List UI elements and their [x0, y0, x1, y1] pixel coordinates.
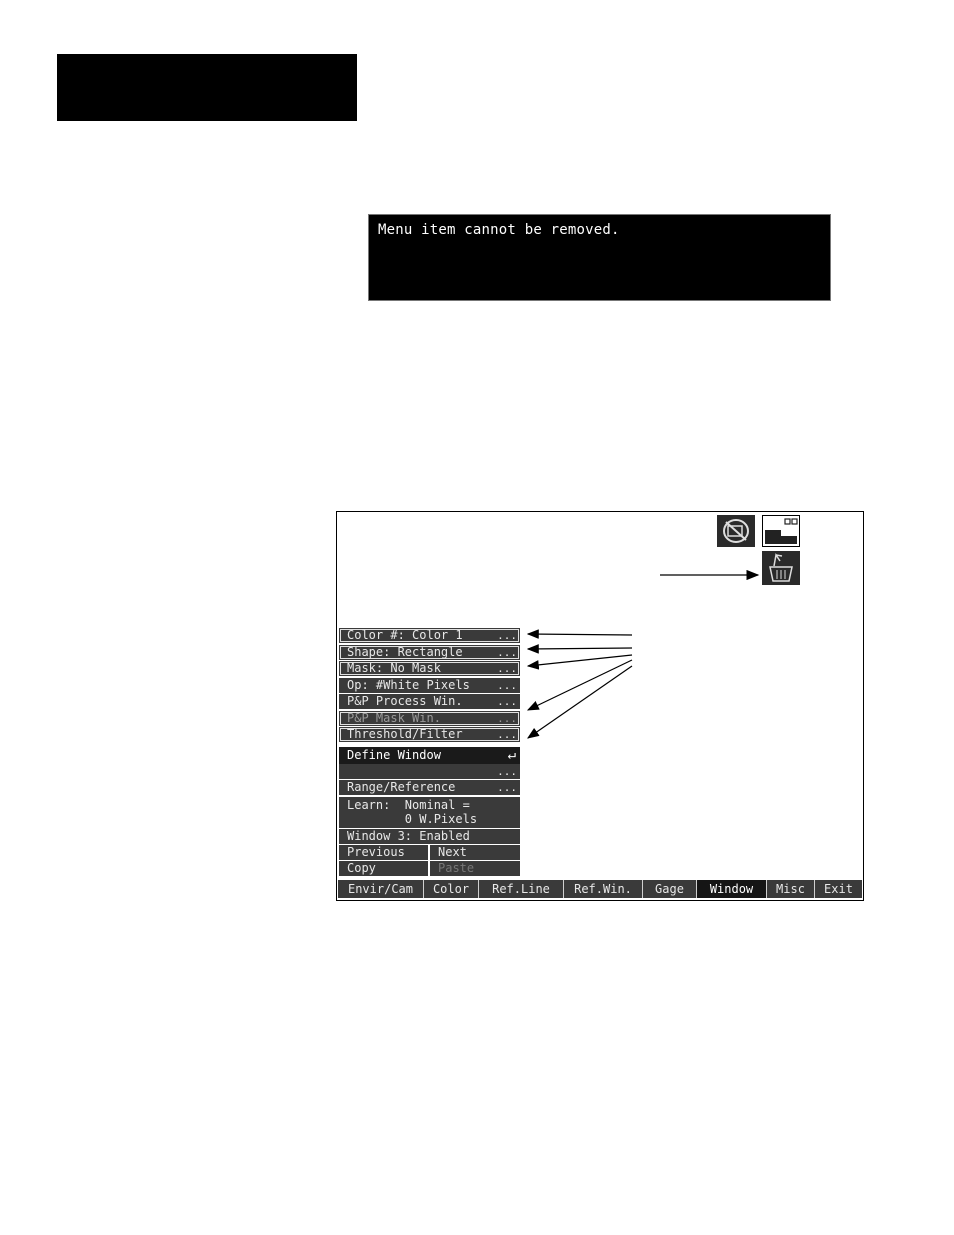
enter-icon: ↵ — [507, 747, 516, 763]
ellipsis-icon: ... — [497, 662, 517, 675]
copy-button[interactable]: Copy — [339, 861, 428, 876]
menu-item-label: Op: #White Pixels — [347, 678, 470, 692]
menu-item-label: Shape: Rectangle — [347, 645, 463, 659]
next-button[interactable]: Next — [430, 845, 520, 860]
ellipsis-icon: ... — [497, 679, 517, 692]
menu-item-op[interactable]: Op: #White Pixels ... — [339, 678, 520, 693]
menu-item-label: Range/Reference — [347, 780, 456, 794]
ellipsis-icon: ... — [497, 695, 517, 708]
chapter-header-block — [57, 54, 357, 121]
copy-label: Copy — [347, 861, 376, 875]
previous-label: Previous — [347, 845, 405, 859]
menu-item-label: Learn: Nominal = 0 W.Pixels — [347, 798, 478, 826]
no-camera-icon[interactable] — [717, 515, 755, 547]
paste-label: Paste — [438, 861, 475, 875]
message-box: Menu item cannot be removed. — [368, 214, 831, 301]
menu-item-label: Window 3: Enabled — [347, 829, 470, 843]
menu-item-threshold-filter[interactable]: Threshold/Filter ... — [339, 727, 520, 742]
tab-misc[interactable]: Misc — [767, 880, 815, 898]
ellipsis-icon: ... — [497, 765, 517, 778]
menu-item-label: Threshold/Filter — [347, 727, 463, 741]
menu-item-pp-process-win[interactable]: P&P Process Win. ... — [339, 694, 520, 709]
tab-ref-line[interactable]: Ref.Line — [479, 880, 564, 898]
menu-item-shape[interactable]: Shape: Rectangle ... — [339, 645, 520, 660]
ellipsis-icon: ... — [497, 712, 517, 725]
menu-item-label: P&P Mask Win. — [347, 711, 441, 725]
trash-basket-icon[interactable] — [762, 551, 800, 585]
menu-item-pp-mask-win: P&P Mask Win. ... — [339, 711, 520, 726]
message-text: Menu item cannot be removed. — [378, 222, 620, 238]
ellipsis-icon: ... — [497, 646, 517, 659]
menu-item-mask[interactable]: Mask: No Mask ... — [339, 661, 520, 676]
menu-item-window-enabled[interactable]: Window 3: Enabled — [339, 829, 520, 844]
menu-item-label: Define Window — [347, 748, 441, 762]
ellipsis-icon: ... — [497, 629, 517, 642]
tab-envir-cam[interactable]: Envir/Cam — [338, 880, 424, 898]
bottom-tab-bar: Envir/Cam Color Ref.Line Ref.Win. Gage W… — [338, 880, 862, 898]
menu-item-label: P&P Process Win. — [347, 694, 463, 708]
tab-ref-win[interactable]: Ref.Win. — [564, 880, 643, 898]
ellipsis-icon: ... — [497, 781, 517, 794]
tab-window[interactable]: Window — [697, 880, 767, 898]
next-label: Next — [438, 845, 467, 859]
menu-item-range-reference[interactable]: Range/Reference ... — [339, 780, 520, 795]
paste-button: Paste — [430, 861, 520, 876]
tab-color[interactable]: Color — [424, 880, 479, 898]
menu-item-label: Mask: No Mask — [347, 661, 441, 675]
window-layout-icon[interactable] — [762, 515, 800, 547]
menu-item-define-window[interactable]: Define Window ↵ — [339, 747, 520, 764]
previous-button[interactable]: Previous — [339, 845, 428, 860]
tab-exit[interactable]: Exit — [815, 880, 862, 898]
menu-item-learn[interactable]: Learn: Nominal = 0 W.Pixels — [339, 797, 520, 828]
menu-item-blank[interactable]: ... — [339, 764, 520, 779]
ellipsis-icon: ... — [497, 728, 517, 741]
tab-gage[interactable]: Gage — [643, 880, 697, 898]
menu-item-color[interactable]: Color #: Color 1 ... — [339, 628, 520, 643]
menu-item-label: Color #: Color 1 — [347, 628, 463, 642]
